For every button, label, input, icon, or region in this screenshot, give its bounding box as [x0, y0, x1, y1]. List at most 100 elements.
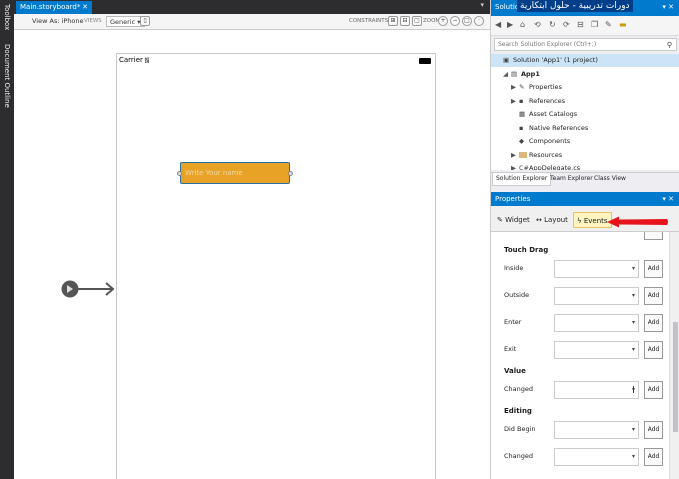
tree-item[interactable]: ▦ Asset Catalogs: [491, 108, 577, 121]
constraint-update-icon[interactable]: ⊟: [400, 16, 410, 26]
add-button-partial[interactable]: [644, 232, 663, 240]
orientation-icon[interactable]: ▯: [140, 16, 150, 26]
storyboard-tab[interactable]: Main.storyboard* ✕: [16, 1, 92, 14]
views-select[interactable]: Generic ▾: [106, 16, 145, 27]
tab-solution-explorer[interactable]: Solution Explorer: [492, 173, 552, 186]
section-title: Value: [504, 367, 526, 375]
chevron-down-icon[interactable]: ▾: [632, 319, 635, 326]
home-icon[interactable]: ⌂: [520, 20, 525, 29]
tree-node-icon: ▣: [503, 56, 510, 64]
add-button[interactable]: Add: [644, 287, 663, 305]
solution-tree[interactable]: ▣ Solution 'App1' (1 project) ◢ ▤ App1 ▶ ✎ Prop…: [491, 54, 679, 170]
add-button[interactable]: Add: [644, 314, 663, 332]
sync-icon[interactable]: ⟲: [534, 20, 541, 29]
search-icon[interactable]: ⚲: [667, 39, 672, 51]
entry-point-arrow-icon[interactable]: [60, 278, 118, 300]
view-controller-scene[interactable]: Carrier ᯾ Write Your name: [116, 53, 436, 479]
tree-item[interactable]: ▪ Native References: [491, 122, 588, 135]
tree-node-icon: ▤: [511, 69, 518, 78]
chevron-down-icon[interactable]: ▾: [632, 292, 635, 299]
event-label: Inside: [504, 264, 524, 272]
view-as-device[interactable]: View As: iPhone: [32, 17, 84, 25]
tree-expand-icon[interactable]: ▶: [511, 162, 519, 170]
scrollbar-thumb[interactable]: [673, 322, 678, 432]
tree-node-icon: ✎: [519, 83, 525, 91]
resize-handle-right[interactable]: [288, 171, 293, 176]
tree-item[interactable]: ▶ ✎ Properties: [491, 81, 562, 94]
tree-expand-icon[interactable]: ▶: [511, 81, 519, 94]
tab-class-view[interactable]: Class View: [591, 173, 629, 186]
tab-layout[interactable]: ↔ Layout: [533, 212, 571, 228]
tree-item[interactable]: ▶ ▪ References: [491, 95, 565, 108]
properties-tabs: ✎ Widget ↔ Layout ϟ Events: [491, 206, 679, 232]
constraint-clear-icon[interactable]: ▢: [412, 16, 422, 26]
show-files-icon[interactable]: ❐: [591, 20, 598, 29]
back-icon[interactable]: ◀: [495, 20, 501, 29]
tab-events[interactable]: ϟ Events: [573, 212, 612, 228]
properties-event-list: Touch Drag Inside ▾ Add Outside ▾ Add Enter ▾ Add…: [491, 232, 669, 479]
tree-item[interactable]: ▶ Resources: [491, 149, 562, 162]
tree-item[interactable]: ▣ Solution 'App1' (1 project): [491, 54, 679, 67]
overlay-watermark: دورات تدريبية - حلول ابتكارية: [517, 0, 633, 12]
zoom-in-icon[interactable]: +: [438, 16, 448, 26]
solution-search-placeholder: Search Solution Explorer (Ctrl+;): [498, 41, 597, 48]
ruler-icon: ↔: [536, 216, 542, 224]
chevron-down-icon[interactable]: ▾: [632, 346, 635, 353]
chevron-down-icon[interactable]: ▾: [632, 453, 635, 460]
document-outline-tab[interactable]: Document Outline: [1, 44, 13, 108]
constraint-icon[interactable]: ⊞: [388, 16, 398, 26]
forward-icon[interactable]: ▶: [507, 20, 513, 29]
tree-expand-icon[interactable]: ◢: [503, 68, 511, 81]
tab-layout-label: Layout: [544, 216, 568, 224]
pin-icon[interactable]: ▾ ✕: [662, 195, 674, 203]
properties-wrench-icon[interactable]: ✎: [605, 20, 612, 29]
event-handler-select[interactable]: ▾: [554, 314, 639, 332]
add-button[interactable]: Add: [644, 381, 663, 399]
properties-scrollbar[interactable]: [669, 232, 679, 479]
chevron-down-icon[interactable]: ▾: [632, 426, 635, 433]
close-icon[interactable]: ✕: [82, 1, 88, 14]
status-bar-carrier: Carrier: [119, 56, 143, 64]
event-handler-select[interactable]: ▾: [554, 448, 639, 466]
chevron-down-icon[interactable]: ▾: [480, 1, 484, 9]
solution-explorer-titlebar: Solution دورات تدريبية - حلول ابتكارية ▾…: [491, 0, 679, 16]
tab-widget[interactable]: ✎ Widget: [494, 212, 533, 228]
tree-item[interactable]: ▶ C#AppDelegate.cs: [491, 162, 580, 170]
preview-icon[interactable]: ▬: [619, 20, 627, 29]
text-field[interactable]: Write Your name: [177, 162, 293, 184]
pin-icon[interactable]: ▾ ✕: [662, 3, 674, 11]
event-row: Changed ▾ Add: [491, 447, 669, 467]
refresh-icon[interactable]: ⟳: [563, 20, 570, 29]
toolbox-tab[interactable]: Toolbox: [1, 4, 13, 30]
add-button[interactable]: Add: [644, 260, 663, 278]
views-label: VIEWS: [84, 18, 102, 24]
zoom-out-icon[interactable]: −: [450, 16, 460, 26]
chevron-down-icon[interactable]: ▾: [632, 265, 635, 272]
tree-item[interactable]: ◆ Components: [491, 135, 570, 148]
zoom-actual-icon[interactable]: ·: [474, 16, 484, 26]
right-panel: Solution دورات تدريبية - حلول ابتكارية ▾…: [490, 0, 679, 479]
battery-icon: [419, 58, 431, 64]
event-handler-select[interactable]: ▾ I: [554, 381, 639, 399]
add-button[interactable]: Add: [644, 421, 663, 439]
tree-item[interactable]: ◢ ▤ App1: [491, 68, 540, 81]
collapse-all-icon[interactable]: ⊟: [577, 20, 584, 29]
event-label: Did Begin: [504, 425, 536, 433]
event-handler-select[interactable]: ▾: [554, 287, 639, 305]
add-button[interactable]: Add: [644, 341, 663, 359]
add-button[interactable]: Add: [644, 448, 663, 466]
section-title: Touch Drag: [504, 246, 549, 254]
tab-team-explorer[interactable]: Team Explorer: [547, 173, 596, 186]
design-canvas[interactable]: Carrier ᯾ Write Your name: [14, 31, 490, 479]
tab-events-label: Events: [583, 217, 608, 225]
event-handler-select[interactable]: ▾: [554, 421, 639, 439]
zoom-fit-icon[interactable]: □: [462, 16, 472, 26]
tree-expand-icon[interactable]: ▶: [511, 149, 519, 162]
event-handler-select[interactable]: ▾: [554, 260, 639, 278]
solution-search-input[interactable]: Search Solution Explorer (Ctrl+;) ⚲: [494, 38, 677, 51]
tree-expand-icon[interactable]: ▶: [511, 95, 519, 108]
history-icon[interactable]: ↻: [549, 20, 556, 29]
resize-handle-left[interactable]: [177, 171, 182, 176]
tree-node-icon: ◆: [519, 137, 524, 145]
event-handler-select[interactable]: ▾: [554, 341, 639, 359]
